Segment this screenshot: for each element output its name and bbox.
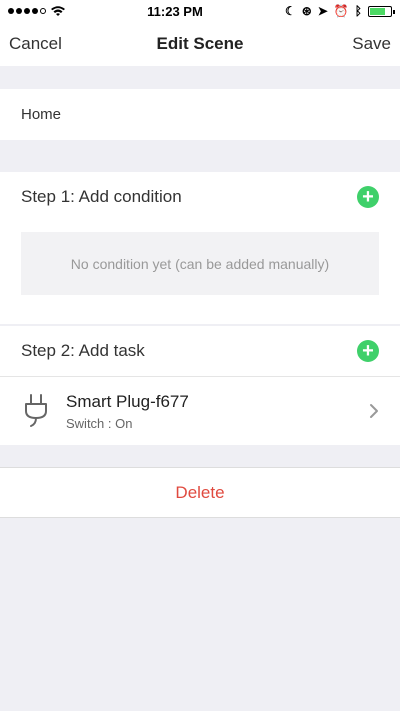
- nav-bar: Cancel Edit Scene Save: [0, 22, 400, 66]
- condition-section: Step 1: Add condition + No condition yet…: [0, 172, 400, 324]
- rotation-lock-icon: ⊛: [301, 4, 312, 18]
- cancel-button[interactable]: Cancel: [9, 34, 62, 54]
- task-item-text: Smart Plug-f677 Switch : On: [66, 392, 369, 431]
- moon-icon: ☾: [284, 4, 296, 18]
- condition-header-label: Step 1: Add condition: [21, 187, 182, 206]
- battery-icon: [367, 5, 395, 17]
- plug-icon: [25, 394, 47, 427]
- delete-button[interactable]: Delete: [0, 467, 400, 518]
- condition-empty-placeholder[interactable]: No condition yet (can be added manually): [21, 232, 379, 295]
- plus-circle-icon: +: [362, 340, 374, 362]
- task-list-item[interactable]: Smart Plug-f677 Switch : On: [0, 377, 400, 445]
- task-device-detail: Switch : On: [66, 415, 133, 431]
- add-condition-button[interactable]: +: [357, 186, 379, 208]
- wifi-icon: [51, 5, 65, 16]
- add-task-button[interactable]: +: [357, 340, 379, 362]
- task-header: Step 2: Add task +: [0, 326, 400, 376]
- task-header-label: Step 2: Add task: [21, 341, 145, 360]
- plus-circle-icon: +: [362, 186, 374, 208]
- save-button[interactable]: Save: [352, 34, 391, 54]
- scene-name-value: Home: [21, 106, 62, 123]
- delete-label: Delete: [175, 482, 225, 502]
- status-time: 11:23 PM: [147, 3, 203, 19]
- status-icons: ☾ ⊛ ➤ ⏰ ᛒ: [284, 4, 395, 18]
- signal-wifi-group: [8, 5, 65, 17]
- battery-level-fill: [369, 7, 385, 15]
- signal-strength-icon: [8, 8, 46, 14]
- bluetooth-icon: ᛒ: [354, 4, 362, 18]
- condition-empty-text: No condition yet (can be added manually): [70, 255, 330, 272]
- condition-header: Step 1: Add condition +: [0, 172, 400, 222]
- task-section: Step 2: Add task + Smart Plug-f677 Switc…: [0, 326, 400, 445]
- scene-name-field[interactable]: Home: [0, 89, 400, 140]
- alarm-icon: ⏰: [333, 4, 349, 18]
- task-device-name: Smart Plug-f677: [66, 391, 189, 411]
- location-icon: ➤: [317, 4, 328, 18]
- chevron-right-icon: [370, 404, 378, 418]
- status-bar: 11:23 PM ☾ ⊛ ➤ ⏰ ᛒ: [0, 0, 400, 22]
